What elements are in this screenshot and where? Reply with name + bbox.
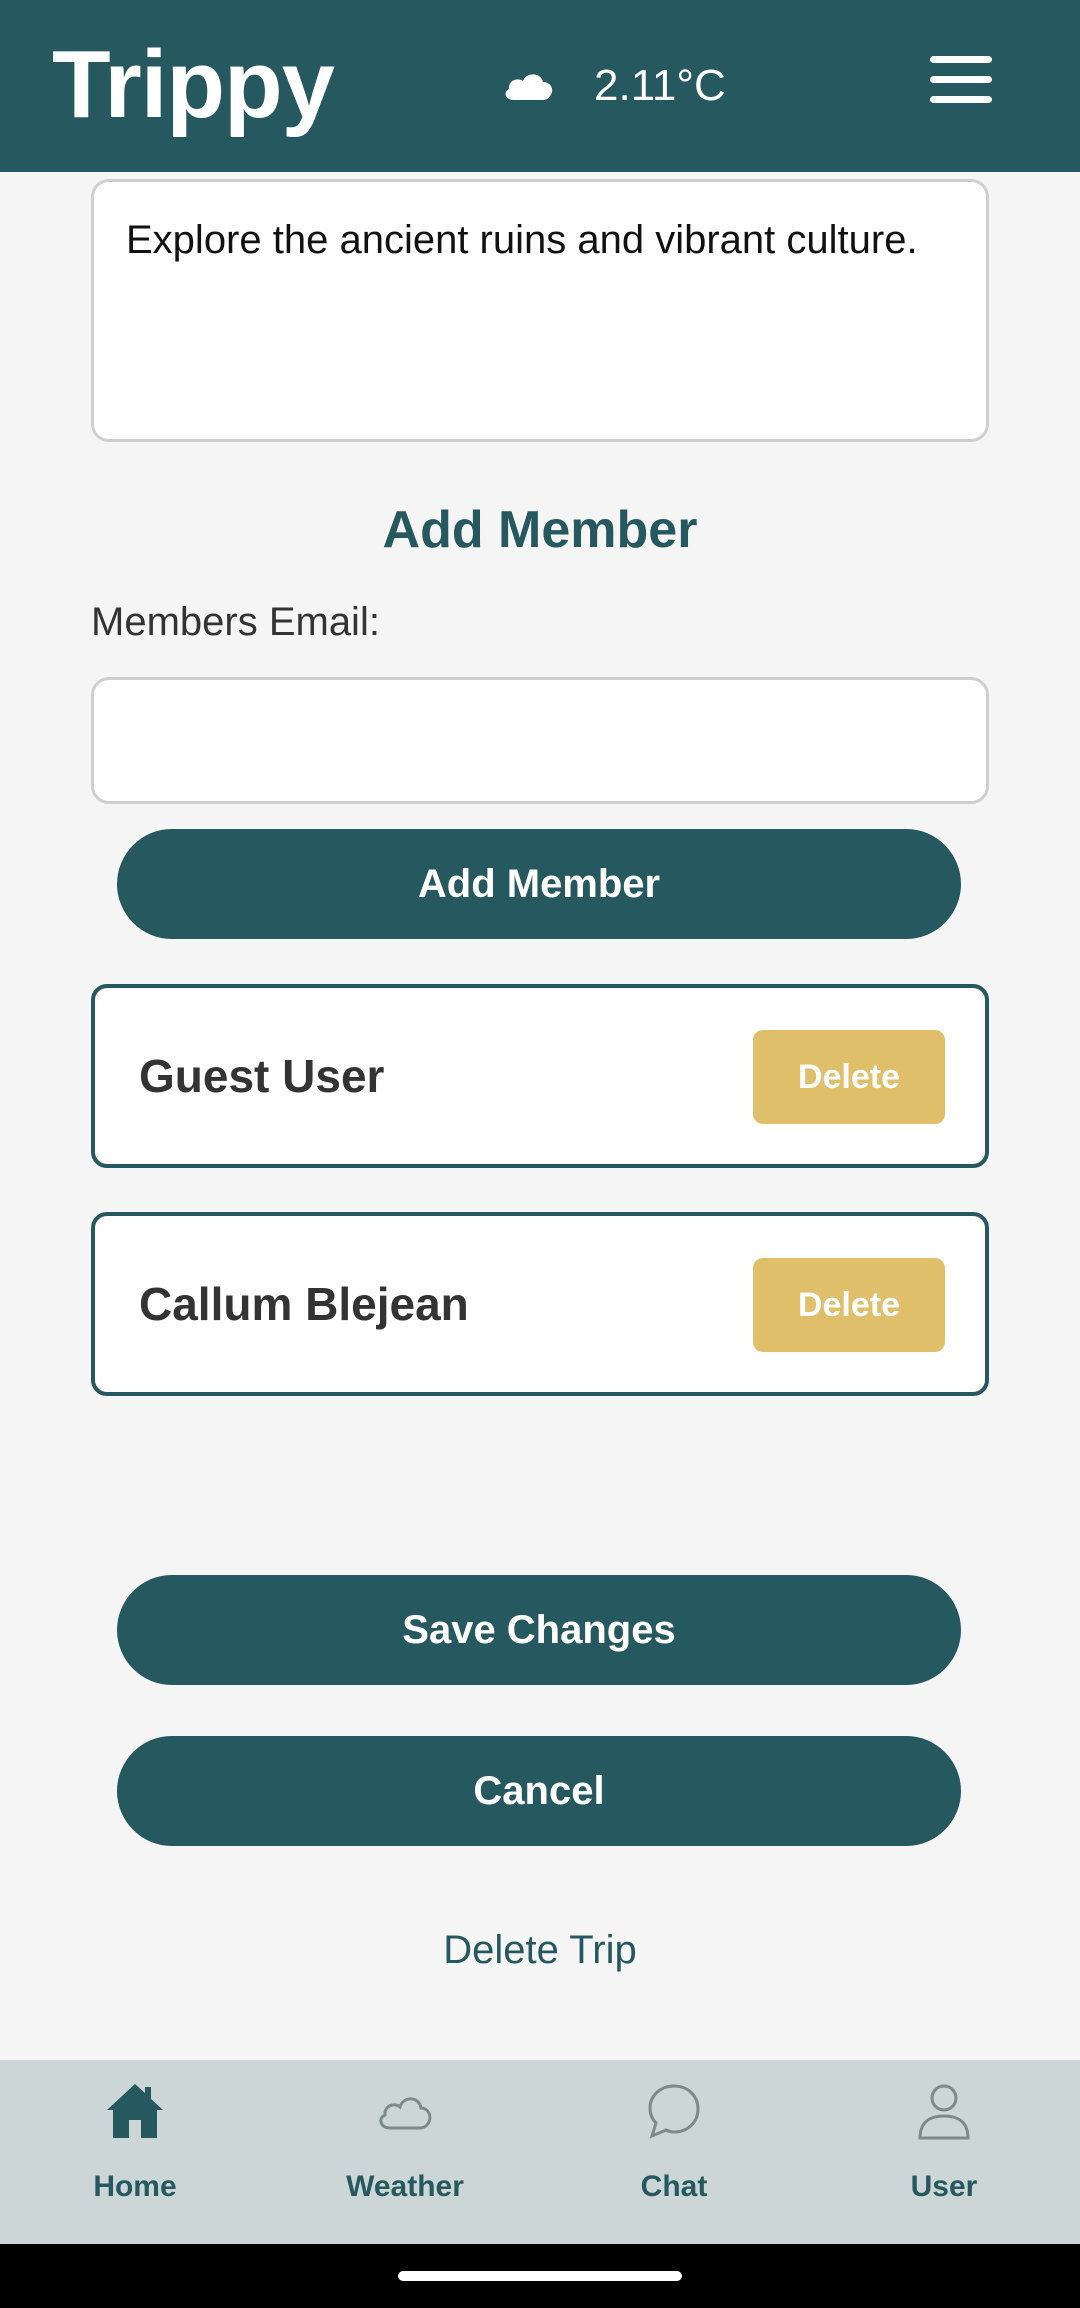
member-name: Guest User [139, 1050, 385, 1102]
nav-label-home: Home [93, 2170, 177, 2203]
nav-item-home[interactable]: Home [25, 2060, 245, 2244]
delete-trip-link[interactable]: Delete Trip [0, 1928, 1080, 1973]
bottom-navigation: Home Weather Chat User [0, 2060, 1080, 2244]
system-navigation-bar [0, 2244, 1080, 2308]
delete-member-button[interactable]: Delete [753, 1258, 945, 1352]
add-member-heading: Add Member [382, 501, 698, 559]
nav-label-user: User [910, 2170, 978, 2203]
member-card: Callum Blejean Delete [91, 1212, 989, 1396]
home-indicator[interactable] [398, 2271, 682, 2281]
delete-member-button[interactable]: Delete [753, 1030, 945, 1124]
trip-edit-screen: Trippy 2.11°C Explore the ancient ruins … [0, 0, 1080, 2308]
members-email-label: Members Email: [91, 600, 380, 644]
nav-item-chat[interactable]: Chat [564, 2060, 784, 2244]
nav-label-chat: Chat [640, 2170, 708, 2203]
nav-item-weather[interactable]: Weather [295, 2060, 515, 2244]
cloud-icon [505, 74, 553, 100]
home-icon [107, 2084, 163, 2138]
app-header: Trippy 2.11°C [0, 0, 1080, 172]
hamburger-menu-icon[interactable] [930, 56, 992, 104]
nav-label-weather: Weather [346, 2170, 464, 2203]
app-logo[interactable]: Trippy [52, 30, 335, 140]
member-card: Guest User Delete [91, 984, 989, 1168]
cancel-button[interactable]: Cancel [117, 1736, 961, 1846]
nav-item-user[interactable]: User [834, 2060, 1054, 2244]
trip-description-field[interactable]: Explore the ancient ruins and vibrant cu… [91, 179, 989, 442]
temperature-readout: 2.11°C [594, 61, 726, 110]
member-name: Callum Blejean [139, 1278, 469, 1330]
cloud-icon [379, 2097, 432, 2130]
user-icon [918, 2084, 970, 2140]
save-changes-button[interactable]: Save Changes [117, 1575, 961, 1685]
members-email-input[interactable] [91, 677, 989, 804]
weather-widget: 2.11°C [500, 56, 726, 116]
add-member-button[interactable]: Add Member [117, 829, 961, 939]
chat-bubble-icon [648, 2084, 700, 2139]
